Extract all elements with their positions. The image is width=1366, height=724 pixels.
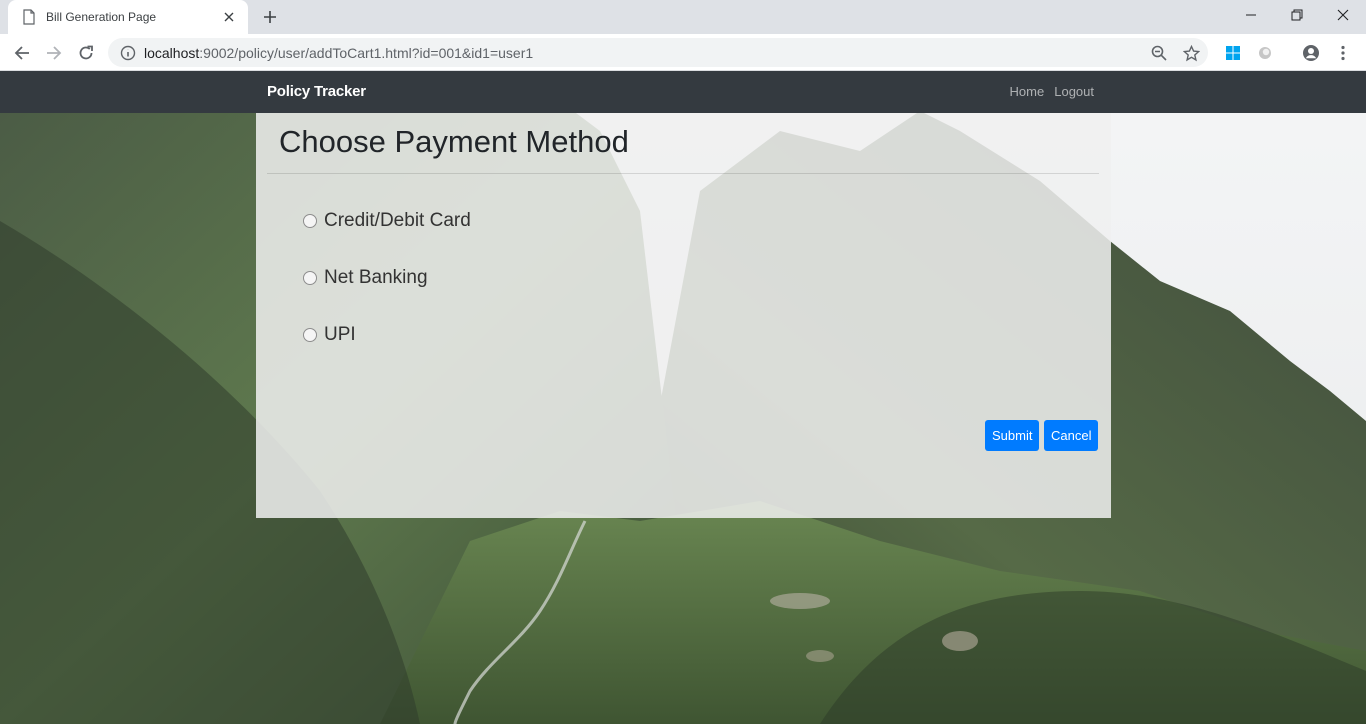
tab-title: Bill Generation Page	[46, 10, 157, 24]
new-tab-icon[interactable]	[258, 6, 282, 28]
radio-label-card: Credit/Debit Card	[324, 210, 471, 231]
close-tab-icon[interactable]	[220, 8, 238, 26]
radio-option-upi[interactable]: UPI	[303, 324, 356, 346]
extension-circle-icon[interactable]	[1255, 43, 1275, 63]
browser-toolbar: localhost:9002/policy/user/addToCart1.ht…	[0, 34, 1366, 71]
radio-button-netbanking[interactable]	[303, 271, 317, 285]
info-icon[interactable]	[120, 45, 136, 61]
minimize-icon[interactable]	[1228, 0, 1274, 30]
radio-button-upi[interactable]	[303, 328, 317, 342]
menu-dots-icon[interactable]	[1333, 43, 1353, 63]
forward-icon[interactable]	[40, 39, 68, 67]
divider	[267, 173, 1099, 174]
url-host: localhost	[144, 44, 200, 61]
nav-link-home[interactable]: Home	[1010, 84, 1045, 99]
back-icon[interactable]	[8, 39, 36, 67]
nav-link-logout[interactable]: Logout	[1054, 84, 1094, 99]
windows-extension-icon[interactable]	[1223, 43, 1243, 63]
reload-icon[interactable]	[72, 39, 100, 67]
brand-logo[interactable]: Policy Tracker	[267, 83, 366, 100]
restore-icon[interactable]	[1274, 0, 1320, 30]
radio-option-card[interactable]: Credit/Debit Card	[303, 210, 471, 232]
cancel-button[interactable]: Cancel	[1044, 420, 1099, 451]
top-navbar: Policy Tracker Home Logout	[0, 71, 1366, 113]
bookmark-star-icon[interactable]	[1181, 43, 1201, 63]
profile-icon[interactable]	[1301, 43, 1321, 63]
page-title: Choose Payment Method	[279, 124, 629, 159]
url-text: localhost:9002/policy/user/addToCart1.ht…	[144, 45, 533, 61]
payment-method-card: Choose Payment Method Credit/Debit Card …	[256, 113, 1111, 518]
address-bar[interactable]: localhost:9002/policy/user/addToCart1.ht…	[108, 38, 1208, 67]
radio-label-netbanking: Net Banking	[324, 267, 428, 288]
close-window-icon[interactable]	[1320, 0, 1366, 30]
web-page: Policy Tracker Home Logout Choose Paymen…	[0, 71, 1366, 724]
page-icon	[23, 9, 35, 25]
url-path: :9002/policy/user/addToCart1.html?id=001…	[199, 44, 534, 61]
submit-button[interactable]: Submit	[985, 420, 1040, 451]
radio-label-upi: UPI	[324, 324, 356, 345]
radio-option-netbanking[interactable]: Net Banking	[303, 267, 428, 289]
browser-tab[interactable]: Bill Generation Page	[8, 0, 248, 34]
nav-links: Home Logout	[1010, 84, 1094, 99]
radio-button-card[interactable]	[303, 214, 317, 228]
browser-tab-strip: Bill Generation Page	[0, 0, 1366, 34]
zoom-icon[interactable]	[1149, 43, 1169, 63]
